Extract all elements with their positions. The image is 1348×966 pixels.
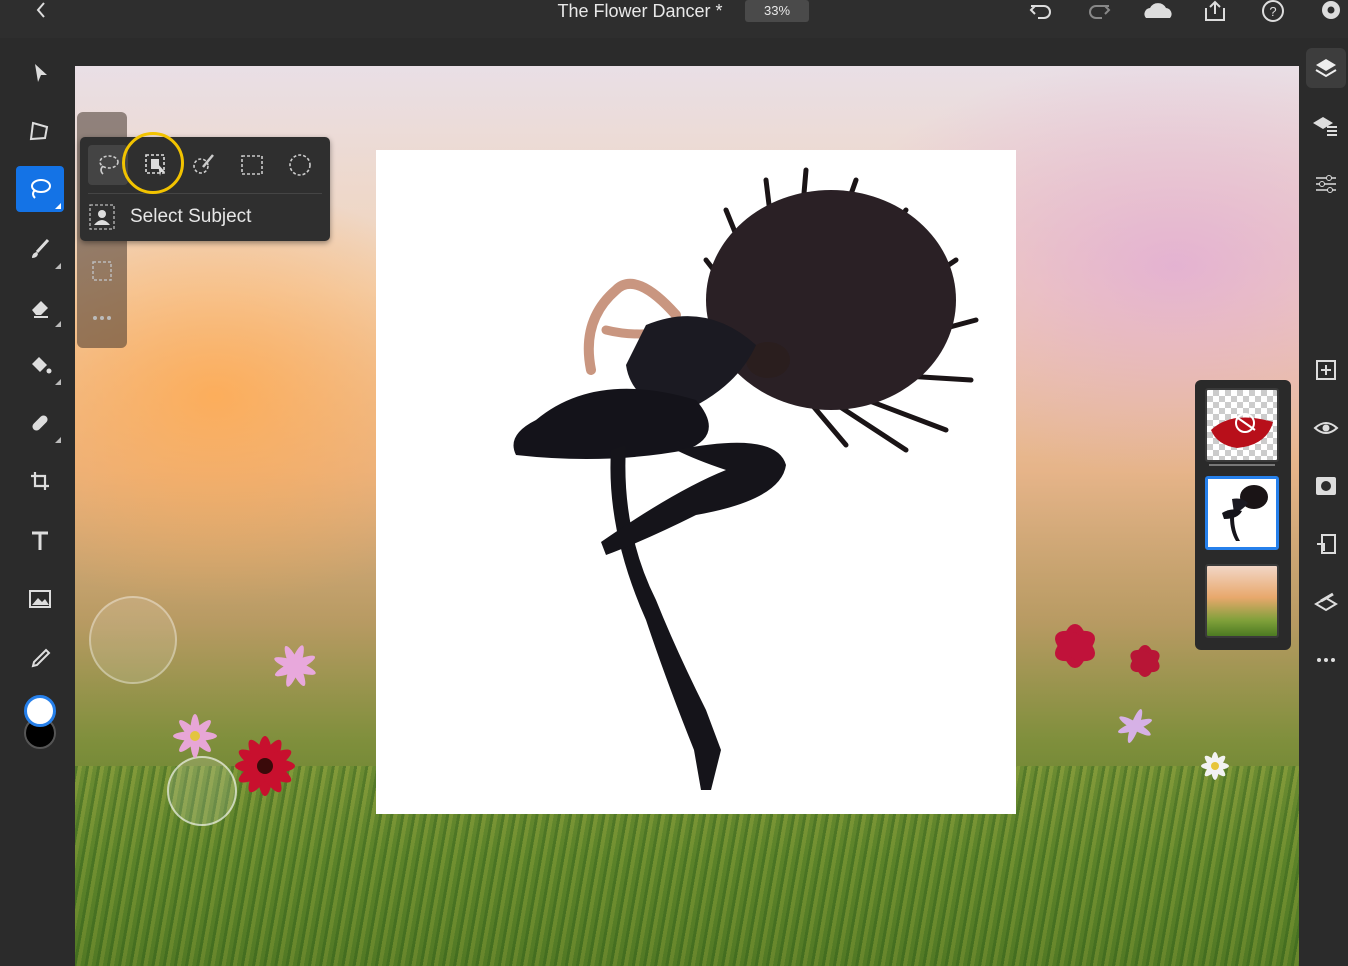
lasso-icon bbox=[99, 155, 119, 175]
redo-icon[interactable] bbox=[1084, 0, 1114, 24]
ellipse-marquee-option[interactable] bbox=[280, 145, 320, 185]
healing-tool[interactable] bbox=[16, 400, 64, 446]
back-icon[interactable] bbox=[30, 0, 54, 22]
paint-bucket-tool[interactable] bbox=[16, 342, 64, 388]
help-icon[interactable]: ? bbox=[1258, 0, 1288, 24]
lasso-tool[interactable] bbox=[16, 166, 64, 212]
lasso-option[interactable] bbox=[88, 145, 128, 185]
layers-thumbnail-stack bbox=[1195, 380, 1291, 650]
more-options-icon[interactable] bbox=[89, 310, 115, 326]
left-toolbar bbox=[0, 38, 75, 966]
layer-thumb-background[interactable] bbox=[1205, 564, 1279, 638]
layer-properties-icon[interactable] bbox=[1306, 106, 1346, 146]
cloud-icon[interactable] bbox=[1140, 0, 1176, 24]
quick-select-icon bbox=[193, 154, 214, 174]
zoom-level[interactable]: 33% bbox=[745, 0, 809, 22]
crop-tool[interactable] bbox=[16, 458, 64, 504]
dancer-silhouette bbox=[513, 167, 979, 790]
dancer-artboard[interactable] bbox=[376, 150, 1016, 814]
eyedropper-tool[interactable] bbox=[16, 636, 64, 682]
clipping-icon[interactable] bbox=[1306, 524, 1346, 564]
rectangle-marquee-icon bbox=[241, 155, 263, 175]
place-image-icon[interactable] bbox=[16, 576, 64, 622]
document-title[interactable]: The Flower Dancer * bbox=[540, 0, 740, 22]
select-subject-icon bbox=[145, 154, 165, 176]
eraser-tool[interactable] bbox=[16, 284, 64, 330]
more-actions-icon[interactable] bbox=[1306, 640, 1346, 680]
select-subject-menu-item[interactable]: Select Subject bbox=[88, 199, 322, 235]
adjustments-sliders-icon[interactable] bbox=[1306, 164, 1346, 204]
share-icon[interactable] bbox=[1200, 0, 1230, 24]
foreground-color-swatch[interactable] bbox=[24, 695, 56, 727]
layer-thumb-dancer[interactable] bbox=[1205, 476, 1279, 550]
layer-mask-icon[interactable] bbox=[1306, 466, 1346, 506]
select-subject-label: Select Subject bbox=[130, 206, 252, 227]
brush-tool[interactable] bbox=[16, 226, 64, 272]
layer-thumb-red-brush[interactable] bbox=[1205, 388, 1279, 462]
add-layer-icon[interactable] bbox=[1306, 350, 1346, 390]
popup-divider bbox=[88, 193, 322, 194]
merge-layers-icon[interactable] bbox=[1306, 582, 1346, 622]
layers-icon[interactable] bbox=[1306, 48, 1346, 88]
undo-icon[interactable] bbox=[1026, 0, 1056, 24]
transform-tool[interactable] bbox=[16, 108, 64, 154]
person-icon bbox=[89, 204, 115, 230]
subtract-selection-icon[interactable] bbox=[89, 258, 115, 284]
flowers-left bbox=[173, 645, 316, 796]
type-tool[interactable] bbox=[16, 518, 64, 564]
layer-group-line bbox=[1209, 464, 1275, 466]
select-subject-option[interactable] bbox=[136, 145, 176, 185]
svg-text:?: ? bbox=[1269, 4, 1276, 19]
quick-select-option[interactable] bbox=[184, 145, 224, 185]
lasso-options-popup: Select Subject bbox=[80, 137, 330, 241]
ellipse-marquee-icon bbox=[289, 154, 311, 176]
rectangle-marquee-option[interactable] bbox=[232, 145, 272, 185]
settings-gear-icon[interactable] bbox=[1316, 0, 1346, 24]
visibility-eye-icon[interactable] bbox=[1306, 408, 1346, 448]
top-bar: The Flower Dancer * 33% ? bbox=[0, 0, 1348, 38]
right-rail bbox=[1299, 38, 1348, 966]
move-tool[interactable] bbox=[16, 50, 64, 96]
